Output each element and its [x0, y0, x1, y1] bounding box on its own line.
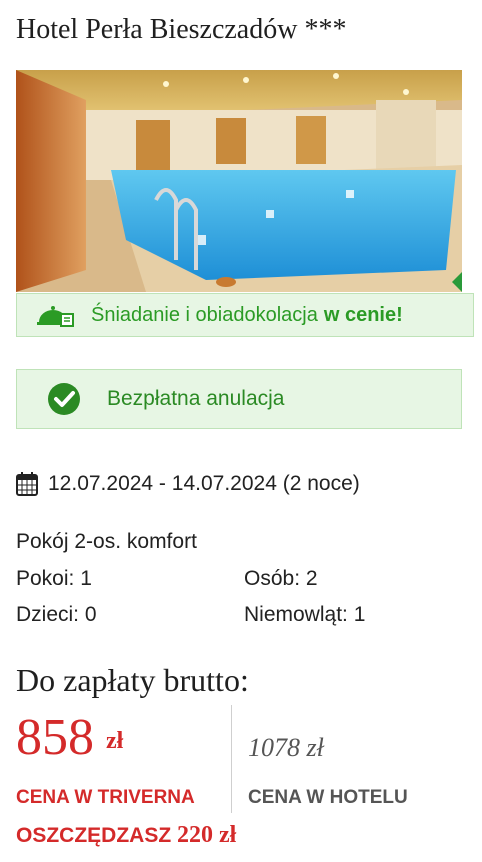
triverna-price: 858 zł	[16, 708, 123, 771]
hotel-price-label: CENA W HOTELU	[248, 787, 408, 808]
room-name: Pokój 2-os. komfort	[16, 530, 197, 553]
savings-value: 220 zł	[177, 822, 237, 848]
rooms-count: Pokoi: 1	[16, 567, 92, 590]
check-circle-icon	[48, 383, 80, 415]
triverna-price-label: CENA W TRIVERNA	[16, 787, 195, 808]
persons-count: Osób: 2	[244, 567, 318, 590]
triverna-price-value: 858	[16, 709, 94, 766]
meals-text: Śniadanie i obiadokolacja	[91, 303, 318, 326]
hotel-price: 1078 zł	[248, 733, 324, 762]
savings-prefix: OSZCZĘDZASZ	[16, 824, 172, 847]
cloche-icon	[37, 306, 74, 327]
meals-included-banner: Śniadanie i obiadokolacja w cenie!	[16, 293, 474, 337]
savings-text: OSZCZĘDZASZ 220 zł	[16, 822, 236, 849]
infants-count: Niemowląt: 1	[244, 603, 366, 626]
payment-title: Do zapłaty brutto:	[16, 662, 249, 698]
hotel-photo[interactable]	[16, 70, 462, 292]
price-divider	[231, 705, 232, 813]
currency-label: zł	[106, 728, 124, 754]
hotel-title[interactable]: Hotel Perła Bieszczadów ***	[16, 14, 346, 46]
calendar-icon	[16, 472, 38, 496]
free-cancellation-banner: Bezpłatna anulacja	[16, 369, 462, 429]
cancellation-text: Bezpłatna anulacja	[107, 387, 285, 410]
dates-text: 12.07.2024 - 14.07.2024 (2 noce)	[48, 472, 360, 495]
meals-emphasis: w cenie!	[323, 303, 403, 326]
children-count: Dzieci: 0	[16, 603, 97, 626]
stay-dates: 12.07.2024 - 14.07.2024 (2 noce)	[16, 472, 360, 496]
